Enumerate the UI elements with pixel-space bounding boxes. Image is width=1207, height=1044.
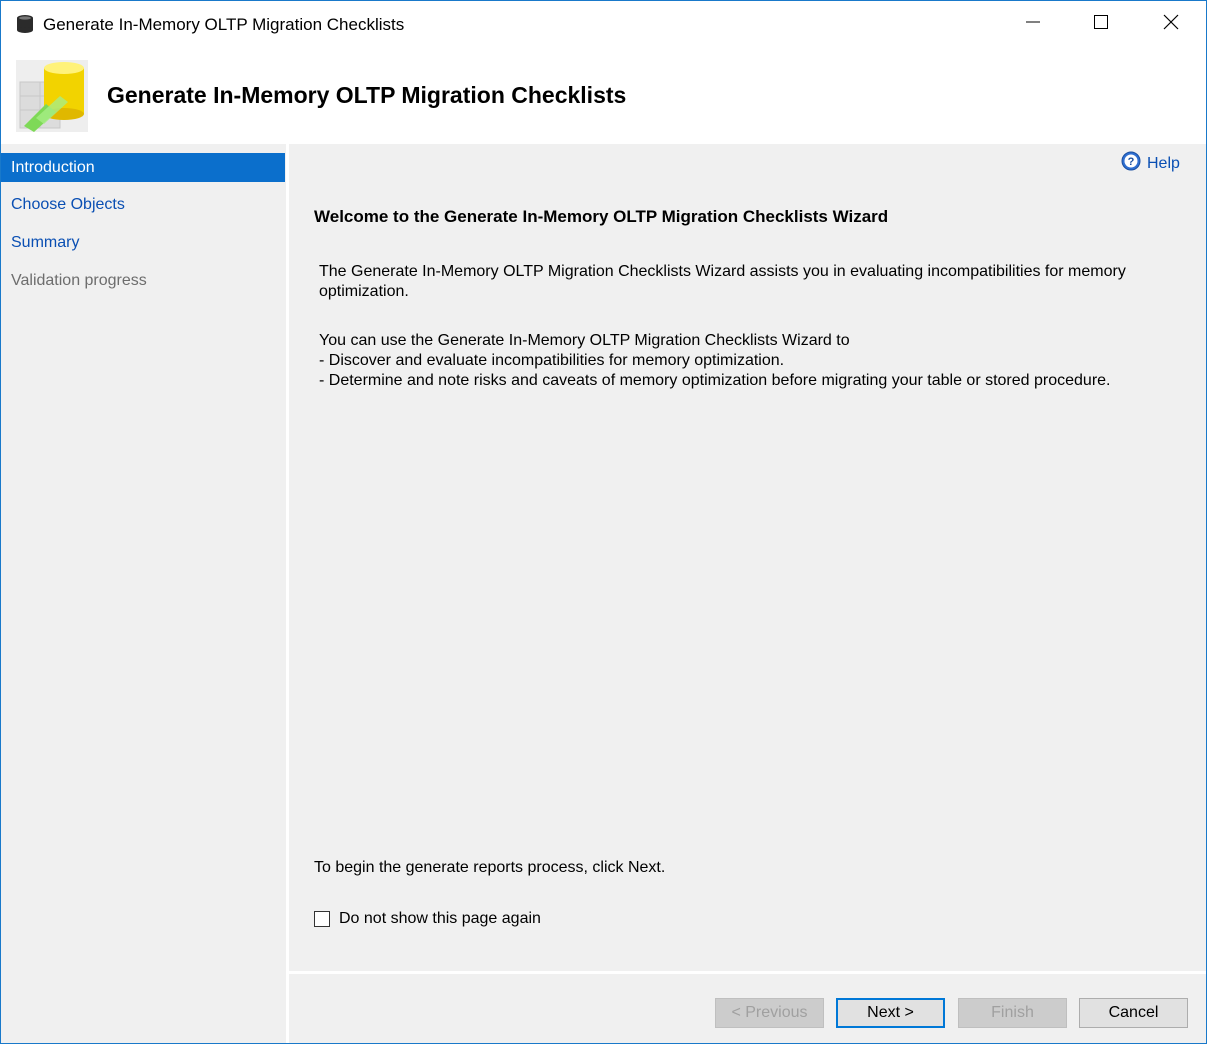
- close-icon: [1162, 13, 1180, 36]
- finish-button[interactable]: Finish: [958, 998, 1067, 1028]
- page-title: Generate In-Memory OLTP Migration Checkl…: [107, 82, 627, 108]
- cancel-button[interactable]: Cancel: [1079, 998, 1188, 1028]
- nav-item-validation-progress: Validation progress: [11, 272, 147, 289]
- help-icon: ?: [1121, 151, 1141, 176]
- database-wizard-logo: [16, 60, 88, 132]
- usage-line: - Determine and note risks and caveats o…: [319, 372, 1111, 389]
- help-label[interactable]: Help: [1147, 155, 1180, 173]
- database-icon: [16, 14, 34, 34]
- wizard-nav: Introduction Choose Objects Summary Vali…: [1, 144, 286, 1043]
- main-content: ? Help Welcome to the Generate In-Memory…: [289, 144, 1206, 971]
- minimize-icon: [1025, 14, 1041, 35]
- nav-item-introduction[interactable]: Introduction: [1, 153, 285, 182]
- help-link[interactable]: ? Help: [1121, 151, 1180, 176]
- nav-item-summary[interactable]: Summary: [1, 228, 285, 257]
- usage-line: You can use the Generate In-Memory OLTP …: [319, 332, 850, 349]
- svg-text:?: ?: [1128, 156, 1135, 168]
- do-not-show-checkbox[interactable]: [314, 911, 330, 927]
- wizard-window: Generate In-Memory OLTP Migration Checkl…: [0, 0, 1207, 1044]
- do-not-show-again[interactable]: Do not show this page again: [314, 910, 541, 928]
- nav-item-choose-objects[interactable]: Choose Objects: [1, 190, 285, 219]
- usage-paragraph: You can use the Generate In-Memory OLTP …: [319, 331, 1179, 391]
- maximize-icon: [1093, 14, 1109, 35]
- next-button[interactable]: Next >: [836, 998, 945, 1028]
- maximize-button[interactable]: [1067, 1, 1135, 48]
- title-bar: Generate In-Memory OLTP Migration Checkl…: [1, 1, 1206, 48]
- do-not-show-label[interactable]: Do not show this page again: [339, 910, 541, 928]
- minimize-button[interactable]: [999, 1, 1067, 48]
- window-title: Generate In-Memory OLTP Migration Checkl…: [43, 15, 405, 34]
- welcome-heading: Welcome to the Generate In-Memory OLTP M…: [314, 207, 889, 226]
- begin-instruction: To begin the generate reports process, c…: [314, 859, 666, 876]
- usage-line: - Discover and evaluate incompatibilitie…: [319, 352, 785, 369]
- intro-paragraph: The Generate In-Memory OLTP Migration Ch…: [319, 263, 1126, 300]
- close-button[interactable]: [1137, 1, 1205, 48]
- header-banner: Generate In-Memory OLTP Migration Checkl…: [1, 48, 1206, 144]
- previous-button[interactable]: < Previous: [715, 998, 824, 1028]
- button-bar: < Previous Next > Finish Cancel: [289, 974, 1206, 1043]
